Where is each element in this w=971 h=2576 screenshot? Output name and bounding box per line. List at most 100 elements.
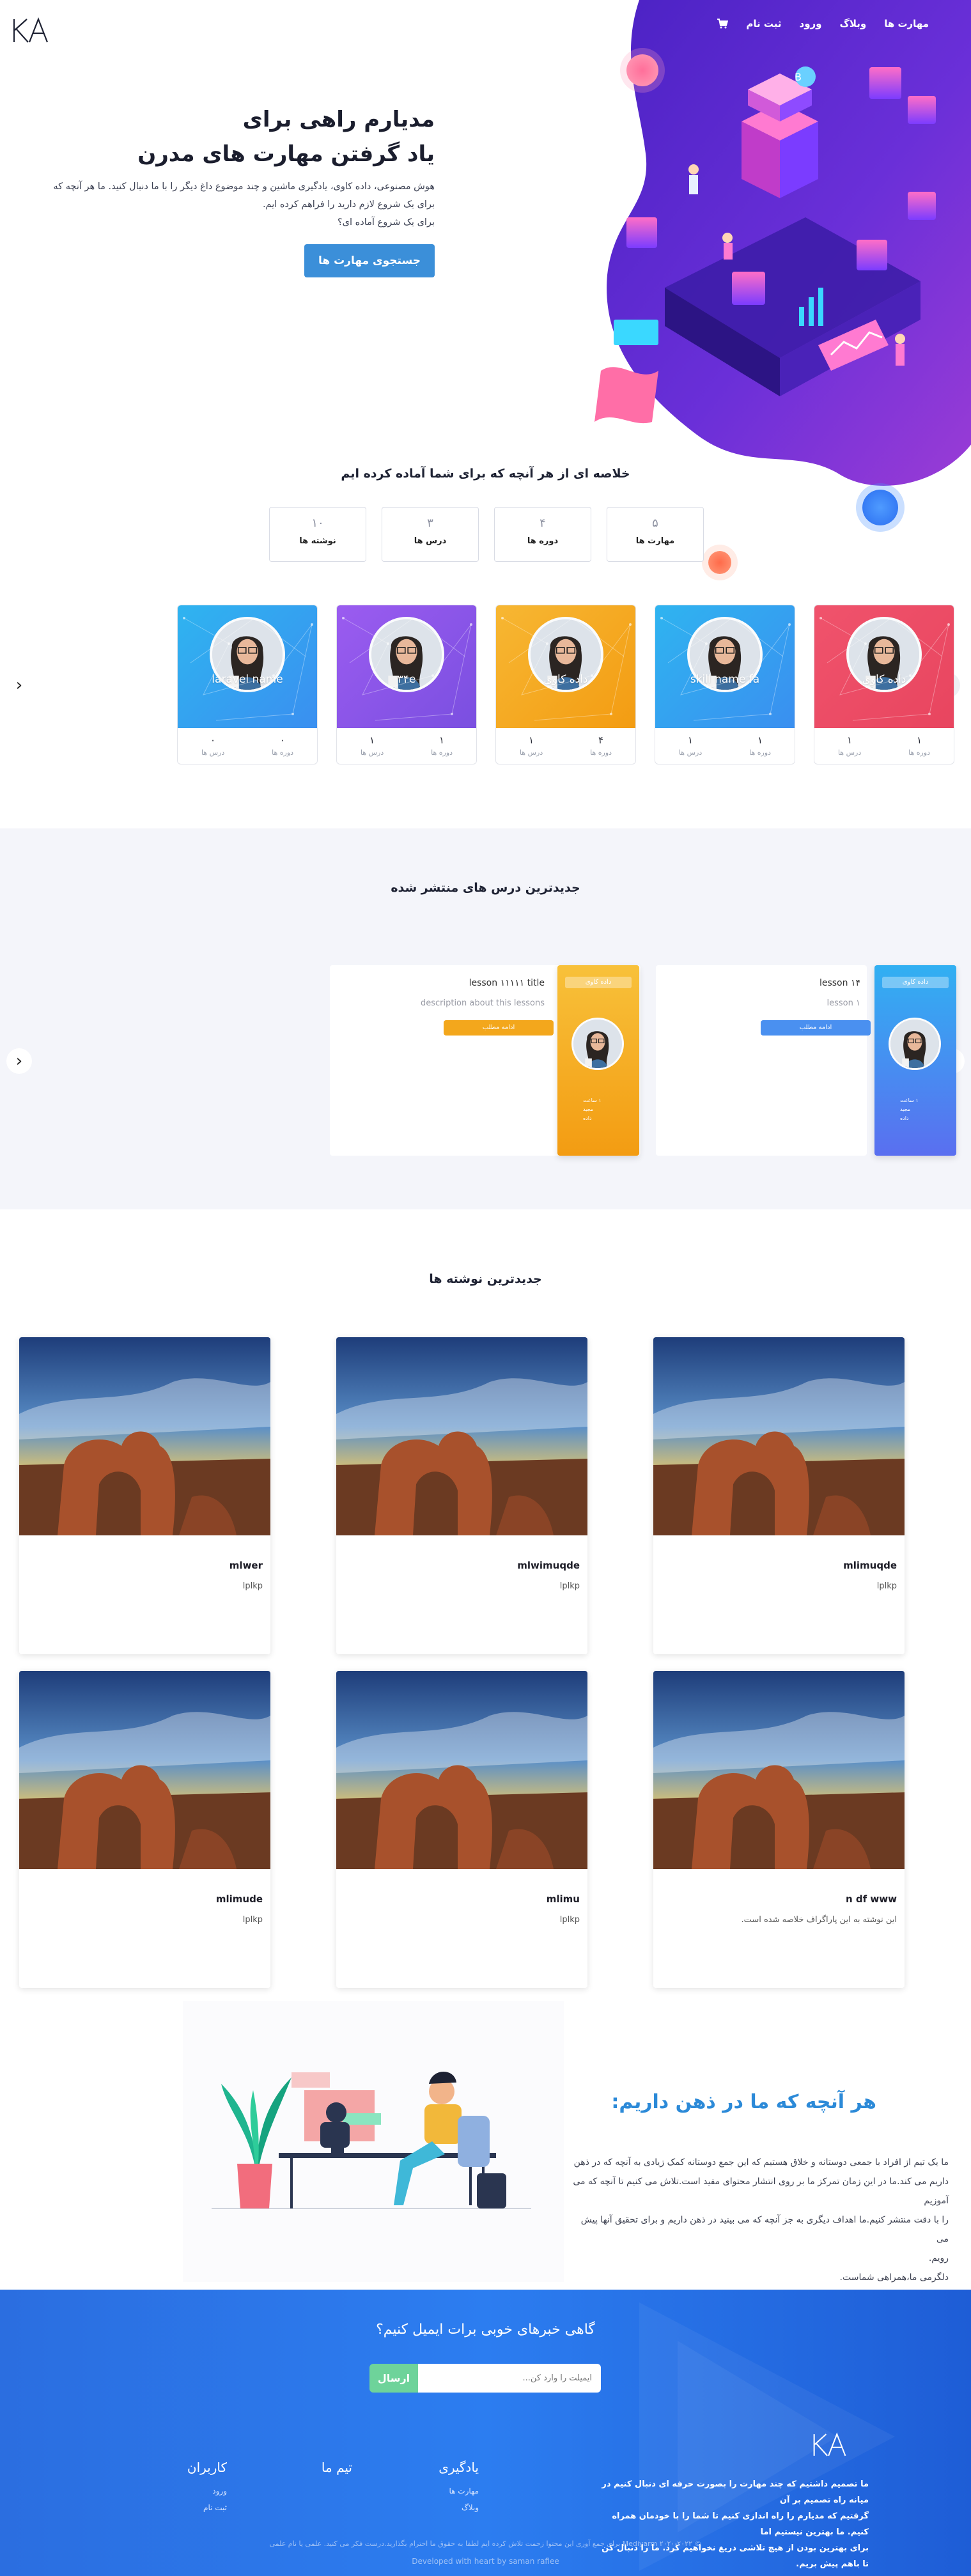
footer-about-line: ما تصمیم داشتیم که چند مهارت را بصورت حر… [602, 2479, 869, 2505]
lesson-meta-item: ۱ ساعت [583, 1098, 602, 1103]
skill-card[interactable]: داده کاوی ۱ درس ها ۴ دوره ها [495, 605, 636, 764]
footer-link-blog[interactable]: وبلاگ [439, 2499, 479, 2516]
skill-stat-value: ۰ [210, 734, 216, 746]
skill-card[interactable]: skill name fa ۱ درس ها ۱ دوره ها [655, 605, 795, 764]
lesson-card[interactable] [656, 965, 867, 1156]
footer-copyright: © ۲۰۲۰-۲۰۲۲ Mediyarm برای جمع آوری این م… [269, 2540, 702, 2548]
nav-skills-link[interactable]: مهارت ها [884, 18, 929, 29]
skill-card-header: laravel name [178, 605, 317, 728]
footer-link-skills[interactable]: مهارت ها [439, 2483, 479, 2499]
post-title[interactable]: mlimuqde [843, 1560, 897, 1571]
post-title[interactable]: mlwer [229, 1560, 263, 1571]
lesson-title[interactable]: lesson ۱۱۱۱۱ title [469, 978, 545, 988]
lessons-title: جدیدترین درس های منتشر شده [391, 881, 580, 895]
post-card[interactable]: mlwer lplkp [19, 1337, 270, 1654]
skill-stat-label: درس ها [837, 749, 862, 757]
skill-stat-value: ۱ [917, 734, 922, 746]
skill-stat-value: ۱ [688, 734, 694, 746]
lesson-read-more-button[interactable]: ادامه مطلب [444, 1020, 554, 1036]
skill-stat-value: ۱ [847, 734, 853, 746]
lessons-prev-arrow[interactable]: ‹ [6, 1048, 32, 1074]
skill-name: داده کاوی [543, 673, 588, 686]
footer-col-title: یادگیری [439, 2460, 479, 2475]
lesson-meta: ۱ ساعت مجید داده [583, 1096, 602, 1123]
post-title[interactable]: mlimu [547, 1893, 580, 1905]
nav-register-link[interactable]: ثبت نام [746, 18, 781, 29]
avatar-image [890, 1020, 939, 1068]
skill-card[interactable]: داده کاوی ۱ درس ها ۱ دوره ها [814, 605, 954, 764]
footer-col-learning: یادگیری مهارت ها وبلاگ [439, 2460, 479, 2516]
skill-card[interactable]: ۳۴e ۱ درس ها ۱ دوره ها [336, 605, 477, 764]
decorative-dot-pink [626, 54, 658, 86]
skill-card-stats: ۰ درس ها ۰ دوره ها [178, 728, 317, 757]
post-title[interactable]: mlwimuqde [517, 1560, 580, 1571]
skill-pattern [820, 617, 950, 721]
lesson-meta: ۱ ساعت مجید داده [900, 1096, 919, 1123]
nav-login-link[interactable]: ورود [800, 18, 822, 29]
hero-desc-line3: برای یک شروع آماده ای؟ [337, 217, 435, 228]
skill-stat-label: درس ها [201, 749, 225, 757]
site-logo[interactable] [10, 17, 51, 45]
skill-name: ۳۴e [397, 673, 416, 686]
skill-card-header: داده کاوی [814, 605, 954, 728]
stat-label: دوره ها [527, 536, 559, 546]
skill-stat-value: ۱ [757, 734, 763, 746]
stat-label: نوشته ها [299, 536, 336, 546]
lesson-avatar [889, 1018, 941, 1070]
stat-value: ۴ [540, 516, 546, 530]
skill-stat: ۱ دوره ها [908, 734, 930, 757]
post-title[interactable]: n df www [846, 1893, 897, 1905]
hero-title-line1: مدیارم راهی برای [242, 107, 435, 132]
lesson-meta-item: ۱ ساعت [900, 1098, 919, 1103]
skill-pattern [501, 617, 632, 721]
about-title: هر آنچه که ما در ذهن داریم: [611, 2091, 876, 2113]
skill-pattern [660, 617, 791, 721]
skill-card-stats: ۱ درس ها ۱ دوره ها [337, 728, 476, 757]
skill-stat-value: ۴ [598, 734, 604, 746]
decorative-dot-blue [862, 490, 898, 525]
post-card[interactable]: mlwimuqde lplkp [336, 1337, 587, 1654]
post-title[interactable]: mlimude [216, 1893, 263, 1905]
lesson-read-more-button[interactable]: ادامه مطلب [761, 1020, 871, 1036]
newsletter-form: ارسال [369, 2364, 601, 2393]
footer-logo[interactable] [811, 2431, 849, 2459]
newsletter-submit-button[interactable]: ارسال [369, 2364, 418, 2393]
skill-stat: ۰ درس ها [201, 734, 224, 757]
footer-link-login[interactable]: ورود [187, 2483, 227, 2499]
footer-col-title: کاربران [187, 2460, 227, 2475]
post-excerpt: این نوشته به این پاراگراف خلاصه شده است. [741, 1915, 897, 1925]
skill-stat-label: دوره ها [908, 749, 931, 757]
about-line: را با دقت منتشر کنیم.ما اهداف دیگری به ج… [580, 2215, 949, 2244]
skills-carousel: laravel name ۰ درس ها ۰ دوره ها ۳۴e ۱ درس ها ۱ دو… [177, 605, 954, 764]
skills-prev-arrow[interactable]: ‹ [6, 672, 32, 698]
about-line: ما یک تیم از افراد با جمعی دوستانه و خلا… [573, 2157, 949, 2168]
newsletter-email-input[interactable] [418, 2364, 601, 2393]
stat-courses: ۴ دوره ها [494, 507, 591, 562]
skill-stat: ۱ دوره ها [431, 734, 453, 757]
search-skills-button[interactable]: جستجوی مهارت ها [304, 244, 435, 277]
lesson-title[interactable]: lesson ۱۴ [820, 978, 860, 988]
skill-pattern [183, 617, 313, 721]
newsletter-title: گاهی خبرهای خوبی برات ایمیل کنیم؟ [376, 2322, 595, 2338]
post-card[interactable]: n df www این نوشته به این پاراگراف خلاصه … [653, 1671, 905, 1988]
post-card[interactable]: mlimu lplkp [336, 1671, 587, 1988]
svg-text:B: B [795, 71, 802, 83]
post-card[interactable]: mlimuqde lplkp [653, 1337, 905, 1654]
stat-value: ۵ [652, 516, 658, 530]
cart-icon[interactable] [717, 19, 729, 29]
footer-link-register[interactable]: ثبت نام [187, 2499, 227, 2516]
post-card[interactable]: mlimude lplkp [19, 1671, 270, 1988]
skill-card[interactable]: laravel name ۰ درس ها ۰ دوره ها [177, 605, 318, 764]
stat-skills: ۵ مهارت ها [607, 507, 704, 562]
post-image [336, 1671, 587, 1869]
skill-stat-value: ۱ [369, 734, 375, 746]
about-line: دلگرمی ما،همراهی شماست. [839, 2272, 949, 2283]
skill-name: skill name fa [690, 673, 760, 686]
skill-card-header: داده کاوی [496, 605, 635, 728]
skill-stat-value: ۰ [280, 734, 286, 746]
hero-title-line2: یاد گرفتن مهارت های مدرن [137, 141, 435, 167]
post-excerpt: lplkp [242, 1581, 263, 1591]
footer-col-team: تیم ما [322, 2460, 352, 2483]
nav-blog-link[interactable]: وبلاگ [839, 18, 866, 29]
avatar-image [573, 1020, 622, 1068]
